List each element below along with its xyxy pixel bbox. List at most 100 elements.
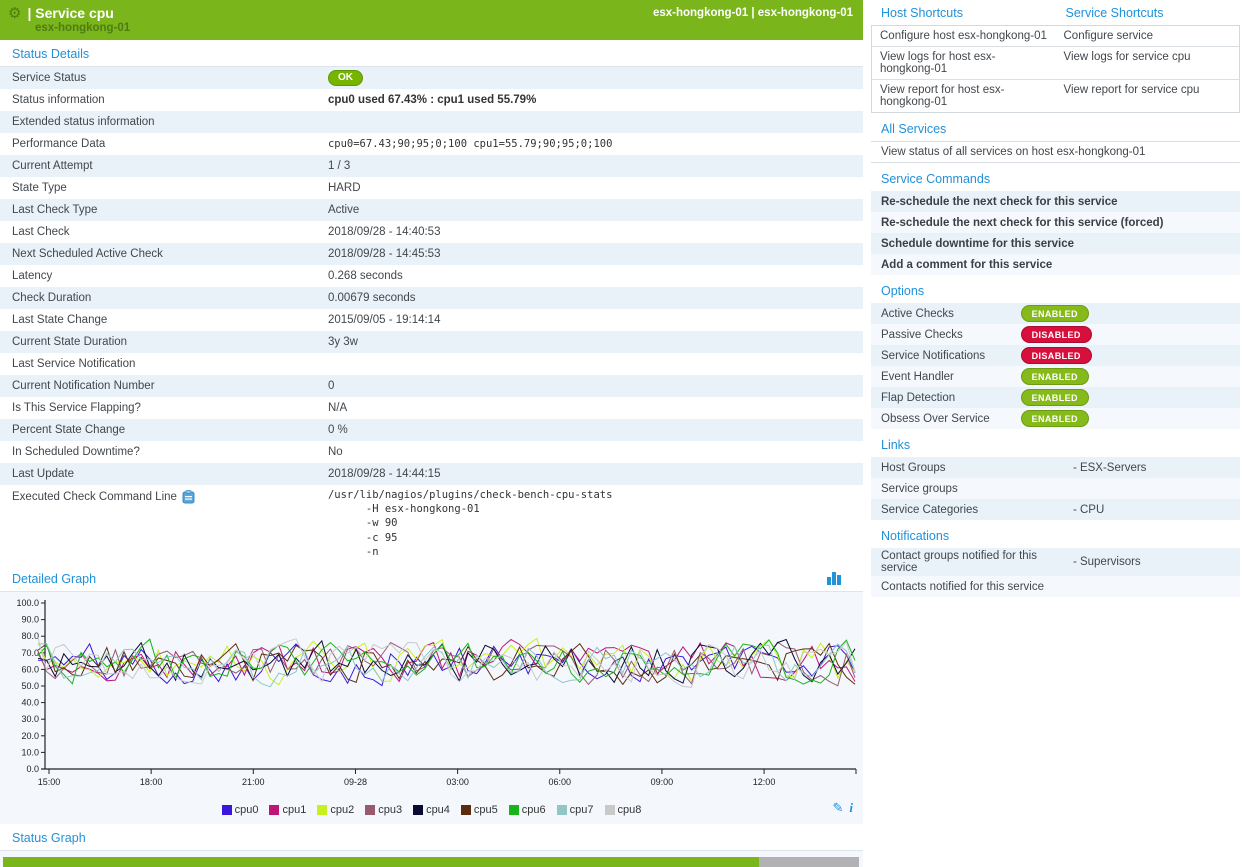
svg-text:0.0: 0.0	[26, 764, 39, 774]
option-row: Service NotificationsDISABLED	[871, 345, 1240, 366]
legend-item: cpu6	[509, 804, 546, 816]
notification-label: Contact groups notified for this service	[881, 550, 1073, 574]
link-value[interactable]: - ESX-Servers	[1073, 462, 1147, 474]
options-list: Active ChecksENABLEDPassive ChecksDISABL…	[871, 303, 1240, 429]
option-label: Obsess Over Service	[881, 413, 1021, 425]
row-label: Executed Check Command Line	[0, 488, 328, 504]
row-label: Last Update	[0, 468, 328, 480]
row-value-text: 3y 3w	[328, 336, 358, 348]
legend-swatch	[461, 805, 471, 815]
info-icon[interactable]: i	[849, 800, 853, 816]
status-details-rows: Service StatusOKStatus informationcpu0 u…	[0, 67, 863, 565]
legend-item: cpu8	[605, 804, 642, 816]
table-row: Last Check TypeActive	[0, 199, 863, 221]
row-value-text: No	[328, 446, 343, 458]
legend-label: cpu2	[330, 804, 354, 816]
status-graph-heading[interactable]: Status Graph	[0, 824, 863, 851]
options-heading: Options	[871, 284, 1240, 298]
row-value: 0.268 seconds	[328, 270, 863, 282]
option-state-badge[interactable]: ENABLED	[1021, 410, 1089, 427]
svg-text:15:00: 15:00	[38, 777, 61, 787]
svg-text:21:00: 21:00	[242, 777, 265, 787]
legend-swatch	[557, 805, 567, 815]
table-row: Extended status information	[0, 111, 863, 133]
bar-chart-icon[interactable]	[827, 572, 841, 585]
service-command-link[interactable]: Re-schedule the next check for this serv…	[871, 191, 1240, 212]
row-label: Last Check Type	[0, 204, 328, 216]
host-shortcut-link[interactable]: Configure host esx-hongkong-01	[872, 26, 1056, 46]
host-shortcut-link[interactable]: View logs for host esx-hongkong-01	[872, 47, 1056, 79]
host-breadcrumb[interactable]: esx-hongkong-01 | esx-hongkong-01	[653, 7, 855, 19]
row-label: Last Check	[0, 226, 328, 238]
row-value: No	[328, 446, 863, 458]
notification-row: Contacts notified for this service	[871, 576, 1240, 597]
row-label-text: Check Duration	[12, 292, 91, 304]
svg-text:09:00: 09:00	[651, 777, 674, 787]
row-value-text: 2018/09/28 - 14:40:53	[328, 226, 441, 238]
row-value-text: Active	[328, 204, 359, 216]
service-shortcut-link[interactable]: View report for service cpu	[1056, 80, 1240, 112]
status-details-heading[interactable]: Status Details	[0, 40, 863, 67]
row-value: 2018/09/28 - 14:40:53	[328, 226, 863, 238]
row-value: 2018/09/28 - 14:45:53	[328, 248, 863, 260]
pencil-icon[interactable]: ✎	[832, 800, 843, 816]
option-state-badge[interactable]: DISABLED	[1021, 326, 1092, 343]
row-label: Last Service Notification	[0, 358, 328, 370]
all-services-link[interactable]: View status of all services on host esx-…	[871, 141, 1240, 163]
table-row: Check Duration0.00679 seconds	[0, 287, 863, 309]
gear-icon[interactable]: ⚙	[8, 6, 21, 21]
service-command-link[interactable]: Schedule downtime for this service	[871, 233, 1240, 254]
status-badge: OK	[328, 70, 363, 86]
row-label: Latency	[0, 270, 328, 282]
row-value-text: 0	[328, 380, 334, 392]
row-label: State Type	[0, 182, 328, 194]
service-command-text: Add a comment for this service	[881, 259, 1052, 271]
host-shortcut-link[interactable]: View report for host esx-hongkong-01	[872, 80, 1056, 112]
legend-label: cpu1	[282, 804, 306, 816]
shortcut-row: Configure host esx-hongkong-01Configure …	[872, 26, 1239, 47]
detailed-graph-legend: cpu0cpu1cpu2cpu3cpu4cpu5cpu6cpu7cpu8 ✎ i	[0, 802, 863, 824]
row-label: Next Scheduled Active Check	[0, 248, 328, 260]
service-command-link[interactable]: Re-schedule the next check for this serv…	[871, 212, 1240, 233]
row-label: Current Notification Number	[0, 380, 328, 392]
legend-swatch	[365, 805, 375, 815]
table-row: In Scheduled Downtime?No	[0, 441, 863, 463]
option-row: Event HandlerENABLED	[871, 366, 1240, 387]
option-label: Flap Detection	[881, 392, 1021, 404]
row-label-text: Last State Change	[12, 314, 107, 326]
row-label-text: Latency	[12, 270, 52, 282]
row-value: 0	[328, 380, 863, 392]
row-value: HARD	[328, 182, 863, 194]
row-value: OK	[328, 70, 863, 86]
clipboard-icon[interactable]	[182, 490, 195, 504]
table-row: Last Check2018/09/28 - 14:40:53	[0, 221, 863, 243]
detailed-graph-svg: 0.010.020.030.040.050.060.070.080.090.01…	[0, 597, 860, 795]
legend-label: cpu6	[522, 804, 546, 816]
service-command-link[interactable]: Add a comment for this service	[871, 254, 1240, 275]
row-value: 1 / 3	[328, 160, 863, 172]
detailed-graph-heading[interactable]: Detailed Graph	[0, 565, 863, 592]
option-state-badge[interactable]: DISABLED	[1021, 347, 1092, 364]
legend-label: cpu4	[426, 804, 450, 816]
service-shortcut-link[interactable]: Configure service	[1056, 26, 1240, 46]
option-state-badge[interactable]: ENABLED	[1021, 368, 1089, 385]
table-row: Last Service Notification	[0, 353, 863, 375]
table-row: Is This Service Flapping?N/A	[0, 397, 863, 419]
legend-item: cpu7	[557, 804, 594, 816]
service-shortcut-link[interactable]: View logs for service cpu	[1056, 47, 1240, 79]
host-name-subtitle[interactable]: esx-hongkong-01	[35, 22, 855, 34]
legend-swatch	[269, 805, 279, 815]
legend-swatch	[317, 805, 327, 815]
table-row: Service StatusOK	[0, 67, 863, 89]
row-label-text: Extended status information	[12, 116, 155, 128]
option-state-badge[interactable]: ENABLED	[1021, 305, 1089, 322]
notification-value[interactable]: - Supervisors	[1073, 556, 1141, 568]
table-row: Percent State Change0 %	[0, 419, 863, 441]
svg-text:20.0: 20.0	[21, 731, 39, 741]
row-label-text: Last Service Notification	[12, 358, 135, 370]
timeline-segment-no-data	[759, 857, 859, 867]
option-state-badge[interactable]: ENABLED	[1021, 389, 1089, 406]
service-commands-list: Re-schedule the next check for this serv…	[871, 191, 1240, 275]
shortcuts-table: Configure host esx-hongkong-01Configure …	[871, 25, 1240, 113]
link-value[interactable]: - CPU	[1073, 504, 1104, 516]
